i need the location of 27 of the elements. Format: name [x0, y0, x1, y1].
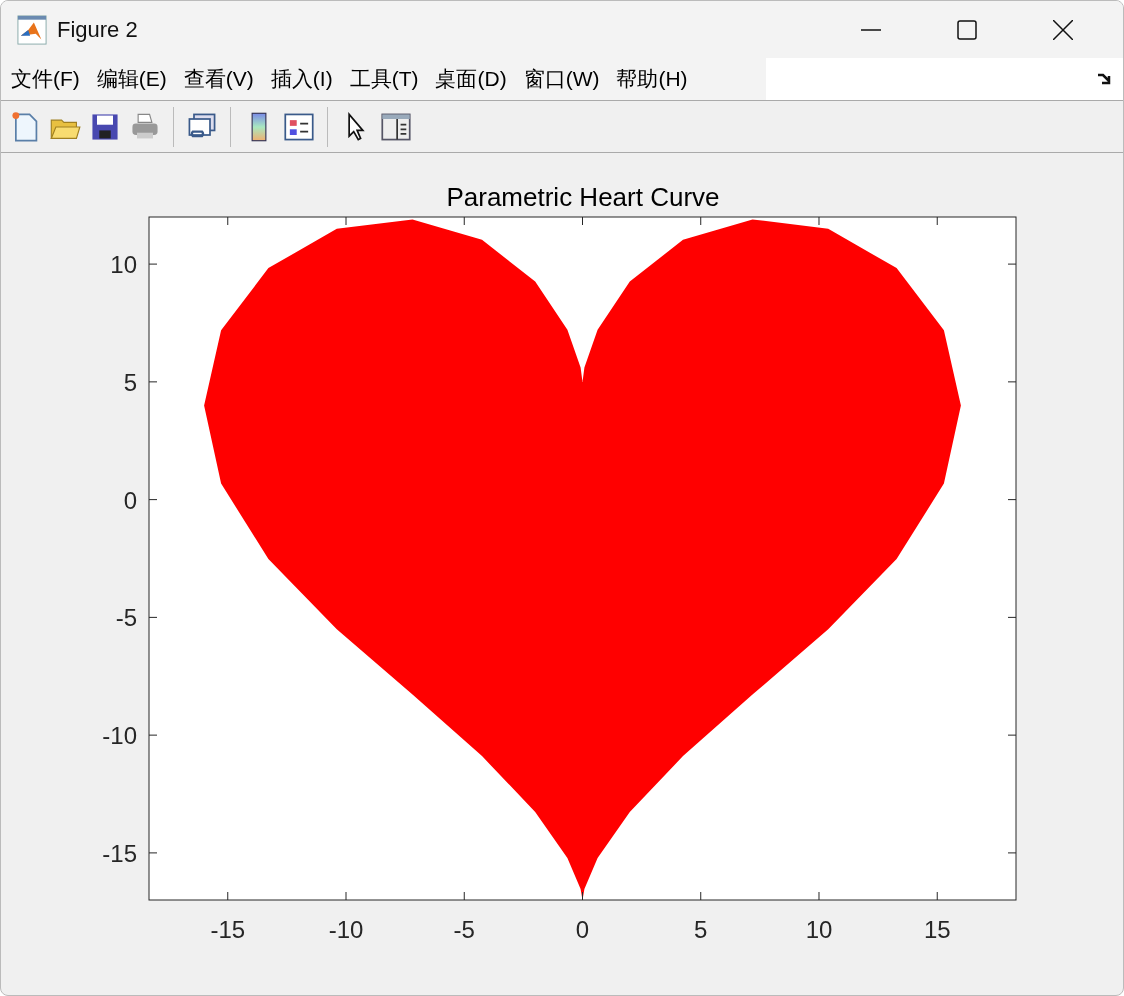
- chart-title: Parametric Heart Curve: [446, 182, 720, 212]
- menu-item[interactable]: 查看(V): [183, 65, 254, 93]
- x-tick-label: -15: [210, 916, 246, 943]
- menu-item[interactable]: 桌面(D): [435, 65, 507, 93]
- maximize-icon[interactable]: [957, 19, 977, 40]
- menu-item[interactable]: 插入(I): [270, 65, 333, 93]
- y-tick-label: -5: [115, 604, 137, 632]
- x-tick-label: 0: [575, 916, 590, 943]
- y-tick-label: -15: [102, 839, 137, 867]
- y-tick-label: 0: [123, 486, 137, 514]
- x-tick-label: 15: [923, 916, 951, 943]
- menu-item[interactable]: 帮助(H): [616, 65, 688, 93]
- menu-item[interactable]: 编辑(E): [96, 65, 167, 93]
- y-tick-label: 10: [110, 251, 137, 279]
- menu-item[interactable]: 文件(F): [11, 65, 80, 93]
- y-tick-label: -10: [102, 722, 137, 750]
- menu-item[interactable]: 窗口(W): [523, 65, 600, 93]
- x-tick-label: -10: [328, 916, 364, 943]
- window-title: Figure 2: [57, 16, 138, 43]
- app-logo-icon: [17, 14, 47, 45]
- x-tick-label: 5: [694, 916, 708, 943]
- dock-arrow-icon[interactable]: [1097, 73, 1111, 85]
- y-tick-label: 5: [123, 368, 137, 396]
- x-tick-label: 10: [805, 916, 833, 943]
- menu-item[interactable]: 工具(T): [349, 65, 419, 93]
- close-icon[interactable]: [1053, 19, 1073, 40]
- x-tick-label: -5: [453, 916, 475, 943]
